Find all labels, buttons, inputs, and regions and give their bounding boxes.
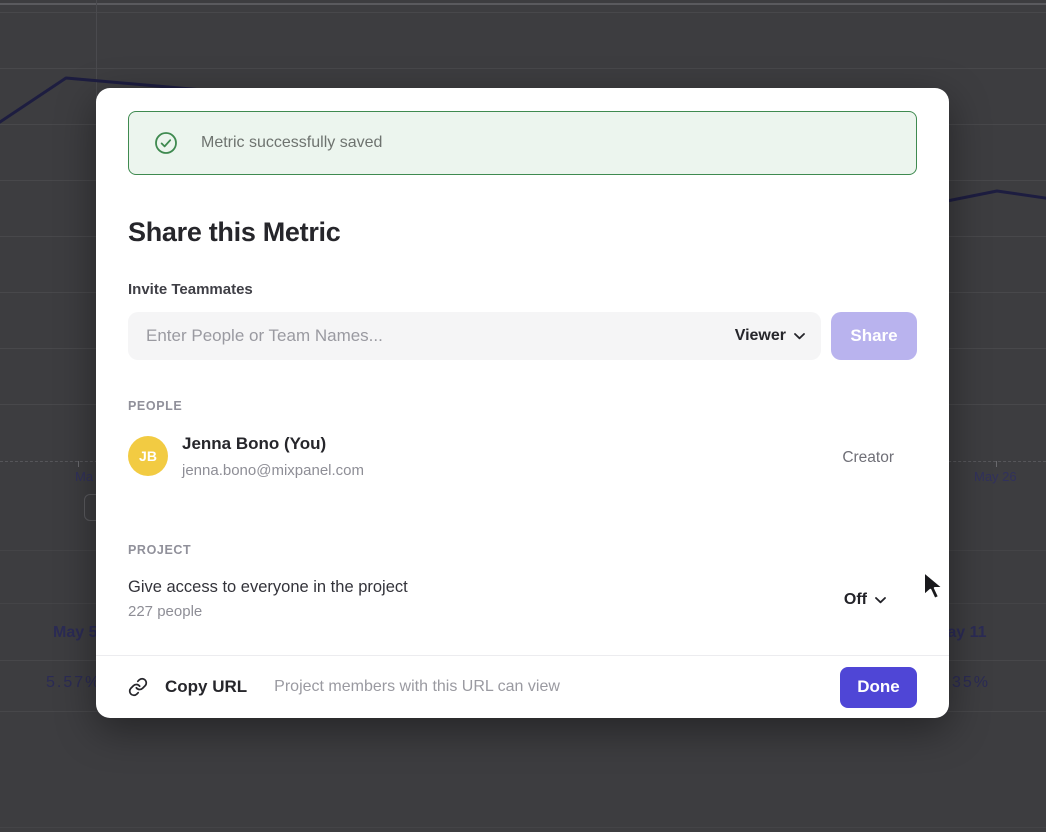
member-email: jenna.bono@mixpanel.com xyxy=(182,462,364,480)
role-dropdown[interactable]: Viewer xyxy=(719,312,821,360)
app-canvas: Ma May 26 May 5 5.57% May 11 35% Metric … xyxy=(0,0,1046,832)
done-button[interactable]: Done xyxy=(840,667,917,708)
axis-tick xyxy=(996,461,997,467)
check-circle-icon xyxy=(154,131,178,155)
table-date-left: May 5 xyxy=(53,623,97,643)
modal-title: Share this Metric xyxy=(128,216,340,248)
project-access-dropdown[interactable]: Off xyxy=(844,590,886,610)
table-value-left: 5.57% xyxy=(46,673,101,693)
chart-gridline xyxy=(0,68,1046,69)
panel-top-border xyxy=(0,3,1046,5)
chevron-down-icon xyxy=(794,333,805,340)
mouse-cursor xyxy=(922,571,948,601)
project-access-title: Give access to everyone in the project xyxy=(128,577,408,597)
member-role: Creator xyxy=(842,449,894,467)
banner-message: Metric successfully saved xyxy=(201,134,382,152)
share-modal: Metric successfully saved Share this Met… xyxy=(96,88,949,718)
chevron-down-icon xyxy=(875,597,886,604)
project-access-value: Off xyxy=(844,591,867,609)
invite-input-container: Viewer xyxy=(128,312,821,360)
success-banner: Metric successfully saved xyxy=(128,111,917,175)
link-icon xyxy=(128,677,148,697)
member-name: Jenna Bono (You) xyxy=(182,434,326,454)
invite-input[interactable] xyxy=(128,326,719,346)
x-axis-label-right: May 26 xyxy=(974,469,1017,485)
role-dropdown-value: Viewer xyxy=(735,327,786,345)
project-heading: PROJECT xyxy=(128,542,191,558)
table-value-right: 35% xyxy=(952,673,990,693)
x-axis-label-left: Ma xyxy=(75,469,93,485)
url-permission-note: Project members with this URL can view xyxy=(274,678,560,696)
share-button[interactable]: Share xyxy=(831,312,917,360)
invite-teammates-label: Invite Teammates xyxy=(128,281,253,299)
project-access-subtitle: 227 people xyxy=(128,603,202,621)
chart-gridline xyxy=(0,12,1046,13)
people-heading: PEOPLE xyxy=(128,398,182,414)
modal-footer: Copy URL Project members with this URL c… xyxy=(96,655,949,718)
axis-tick xyxy=(78,461,79,467)
copy-url-label: Copy URL xyxy=(165,677,247,697)
table-separator xyxy=(0,827,1046,828)
copy-url-button[interactable]: Copy URL xyxy=(128,677,247,697)
avatar: JB xyxy=(128,436,168,476)
